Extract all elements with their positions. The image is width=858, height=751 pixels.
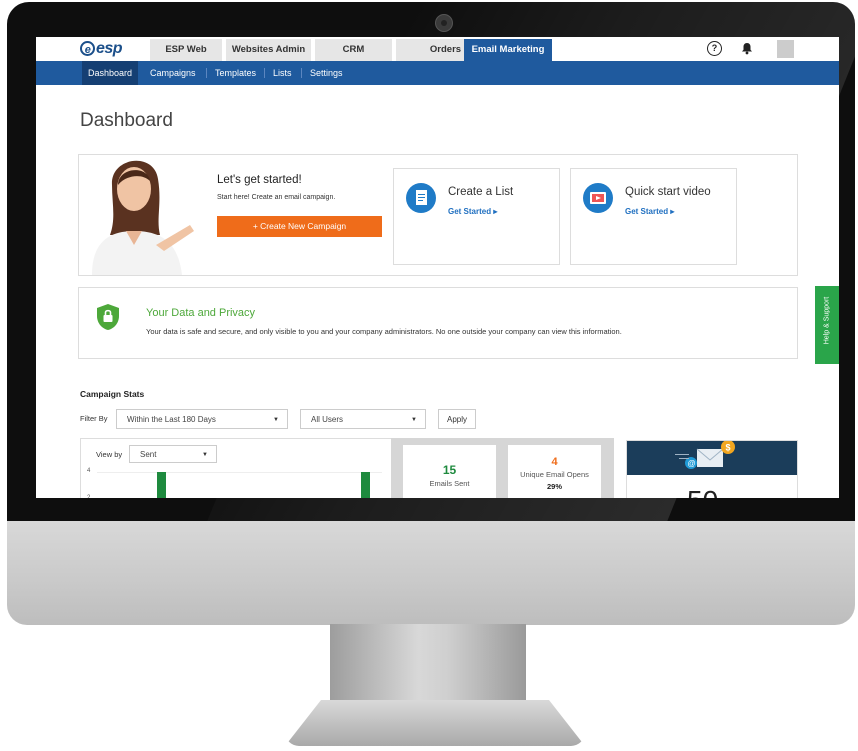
emails-sent-value: 15: [442, 463, 457, 477]
create-list-link[interactable]: Get Started ▸: [448, 207, 497, 216]
document-icon: [406, 183, 436, 213]
shield-lock-icon: [97, 304, 119, 330]
privacy-title: Your Data and Privacy: [146, 307, 256, 319]
subnav-lists[interactable]: Lists: [267, 61, 298, 85]
monitor-base: [285, 700, 585, 746]
date-range-select[interactable]: Within the Last 180 Days ▼: [116, 409, 288, 429]
create-list-title: Create a List: [448, 186, 514, 198]
top-navigation: e esp ESP Web Websites Admin CRM Orders E…: [36, 37, 839, 62]
svg-text:$: $: [726, 443, 731, 453]
apply-button[interactable]: Apply: [438, 409, 476, 429]
subnav-divider: [206, 68, 207, 78]
privacy-text: Your data is safe and secure, and only v…: [146, 327, 622, 336]
envelope-dollar-icon: $ @: [675, 440, 735, 469]
subnav-divider: [264, 68, 265, 78]
campaign-stats-title: Campaign Stats: [80, 389, 145, 399]
y-axis-tick: 2: [87, 495, 91, 498]
video-icon: [583, 183, 613, 213]
get-started-subtext: Start here! Create an email campaign.: [217, 194, 336, 201]
filter-label: Filter By: [80, 414, 108, 423]
help-support-tab[interactable]: Help & Support: [815, 286, 839, 364]
bell-icon[interactable]: [741, 42, 753, 58]
subnav-dashboard[interactable]: Dashboard: [82, 61, 139, 85]
chart-bar: [361, 472, 370, 498]
avatar[interactable]: [777, 40, 794, 58]
create-campaign-button[interactable]: + Create New Campaign: [217, 216, 382, 237]
esp-logo[interactable]: e esp: [80, 40, 123, 58]
unique-opens-value: 4: [551, 456, 558, 468]
tab-websites-admin[interactable]: Websites Admin: [226, 39, 311, 61]
promo-value: 50: [687, 485, 718, 498]
privacy-panel: [78, 287, 798, 359]
subnav-campaigns[interactable]: Campaigns: [144, 61, 202, 85]
unique-opens-stat: 4 Unique Email Opens 29%: [508, 445, 601, 498]
help-icon[interactable]: ?: [707, 41, 722, 56]
svg-text:@: @: [688, 459, 696, 468]
stats-summary-panel: 15 Emails Sent 4 Unique Email Opens 29%: [391, 438, 614, 498]
sub-navigation: Dashboard Campaigns Templates Lists Sett…: [36, 61, 839, 85]
unique-opens-percent: 29%: [546, 482, 562, 491]
tab-email-marketing[interactable]: Email Marketing: [464, 39, 552, 61]
monitor-stand: [330, 624, 526, 704]
woman-illustration: [92, 160, 194, 275]
promo-banner: $ @: [627, 440, 797, 475]
tab-esp-web[interactable]: ESP Web: [150, 39, 222, 61]
unique-opens-label: Unique Email Opens: [520, 470, 589, 479]
subnav-settings[interactable]: Settings: [304, 61, 349, 85]
quick-start-video-title: Quick start video: [625, 186, 711, 198]
view-by-select[interactable]: Sent ▼: [129, 445, 217, 463]
get-started-heading: Let's get started!: [217, 174, 302, 186]
subnav-divider: [301, 68, 302, 78]
chevron-down-icon: ▼: [411, 417, 417, 423]
webcam-icon: [435, 14, 453, 32]
quick-start-video-link[interactable]: Get Started ▸: [625, 207, 674, 216]
subnav-templates[interactable]: Templates: [209, 61, 262, 85]
chart-bar: [157, 472, 166, 498]
stats-chart-panel: View by Sent ▼ 4 2: [80, 438, 393, 498]
users-select[interactable]: All Users ▼: [300, 409, 426, 429]
chart-gridline: [97, 472, 382, 473]
chevron-down-icon: ▼: [202, 452, 208, 458]
view-by-label: View by: [96, 450, 123, 459]
tab-crm[interactable]: CRM: [315, 39, 392, 61]
emails-sent-label: Emails Sent: [429, 479, 470, 488]
chevron-down-icon: ▼: [273, 417, 279, 423]
email-promo-panel: $ @ 50: [626, 440, 798, 498]
app-screen: e esp ESP Web Websites Admin CRM Orders E…: [36, 37, 839, 498]
y-axis-tick: 4: [87, 468, 91, 474]
page-title: Dashboard: [80, 110, 173, 131]
emails-sent-stat: 15 Emails Sent: [403, 445, 496, 498]
monitor-chin: [7, 521, 855, 625]
